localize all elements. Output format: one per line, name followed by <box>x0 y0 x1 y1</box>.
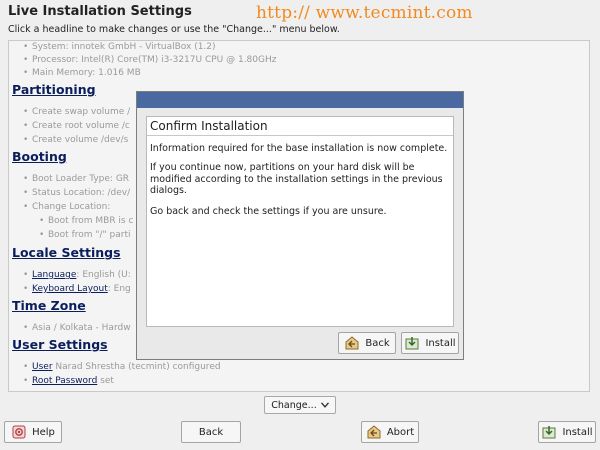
timezone-heading[interactable]: Time Zone <box>12 298 86 313</box>
partition-item: • Create swap volume / <box>23 107 131 117</box>
dialog-back-button[interactable]: Back <box>338 332 396 354</box>
partitioning-heading[interactable]: Partitioning <box>12 82 96 97</box>
help-icon <box>11 424 27 440</box>
root-password-item: • Root Password set <box>23 376 114 386</box>
dialog-text-3: Go back and check the settings if you ar… <box>150 206 387 217</box>
install-label: Install <box>562 426 593 438</box>
user-item: • User Narad Shrestha (tecmint) configure… <box>23 362 221 372</box>
user-settings-heading[interactable]: User Settings <box>12 337 108 352</box>
boot-item: • Boot Loader Type: GR <box>23 174 130 184</box>
watermark: http:// www.tecmint.com <box>256 3 473 23</box>
dialog-text-2: If you continue now, partitions on your … <box>150 162 443 196</box>
dialog-back-label: Back <box>365 337 390 349</box>
dialog-install-button[interactable]: Install <box>401 332 459 354</box>
dialog-title: Confirm Installation <box>150 119 268 133</box>
window-subtitle: Click a headline to make changes or use … <box>8 24 340 35</box>
abort-icon <box>366 424 382 440</box>
keyboard-item: • Keyboard Layout: Eng <box>23 284 131 294</box>
memory-item: • Main Memory: 1.016 MB <box>23 68 141 78</box>
language-item: • Language: English (U: <box>23 270 131 280</box>
boot-item: • Status Location: /dev/ <box>23 188 131 198</box>
processor-item: • Processor: Intel(R) Core(TM) i3-3217U C… <box>23 55 277 65</box>
booting-heading[interactable]: Booting <box>12 149 67 164</box>
confirm-installation-dialog: Confirm Installation Information require… <box>136 91 464 360</box>
dialog-divider <box>147 135 453 136</box>
system-item: • System: innotek GmbH - VirtualBox (1.2) <box>23 42 216 52</box>
change-menu-label: Change... <box>271 399 317 411</box>
language-link[interactable]: Language <box>32 270 76 280</box>
back-button[interactable]: Back <box>181 421 241 443</box>
partition-item: • Create root volume /c <box>23 121 130 131</box>
timezone-item: • Asia / Kolkata - Hardw <box>23 323 131 333</box>
dialog-text-1: Information required for the base instal… <box>150 143 448 154</box>
dialog-install-label: Install <box>425 337 456 349</box>
install-icon <box>404 335 420 351</box>
partition-item: • Create volume /dev/s <box>23 135 129 145</box>
back-label: Back <box>198 426 224 438</box>
help-button[interactable]: Help <box>4 421 62 443</box>
root-password-link[interactable]: Root Password <box>32 376 97 386</box>
keyboard-layout-link[interactable]: Keyboard Layout <box>32 284 108 294</box>
back-icon <box>344 335 360 351</box>
locale-heading[interactable]: Locale Settings <box>12 245 121 260</box>
boot-item: • Change Location: <box>23 202 111 212</box>
install-button[interactable]: Install <box>538 421 596 443</box>
user-link[interactable]: User <box>32 362 53 372</box>
chevron-down-icon <box>320 400 329 411</box>
install-icon <box>541 424 557 440</box>
boot-subitem: • Boot from "/" parti <box>39 230 131 240</box>
abort-button[interactable]: Abort <box>361 421 419 443</box>
dialog-titlebar[interactable] <box>137 92 463 108</box>
boot-subitem: • Boot from MBR is c <box>39 216 134 226</box>
change-menu-button[interactable]: Change... <box>264 396 336 414</box>
window-title: Live Installation Settings <box>8 4 192 19</box>
help-label: Help <box>32 426 55 438</box>
abort-label: Abort <box>386 426 415 438</box>
dialog-content-panel: Confirm Installation Information require… <box>146 116 454 327</box>
